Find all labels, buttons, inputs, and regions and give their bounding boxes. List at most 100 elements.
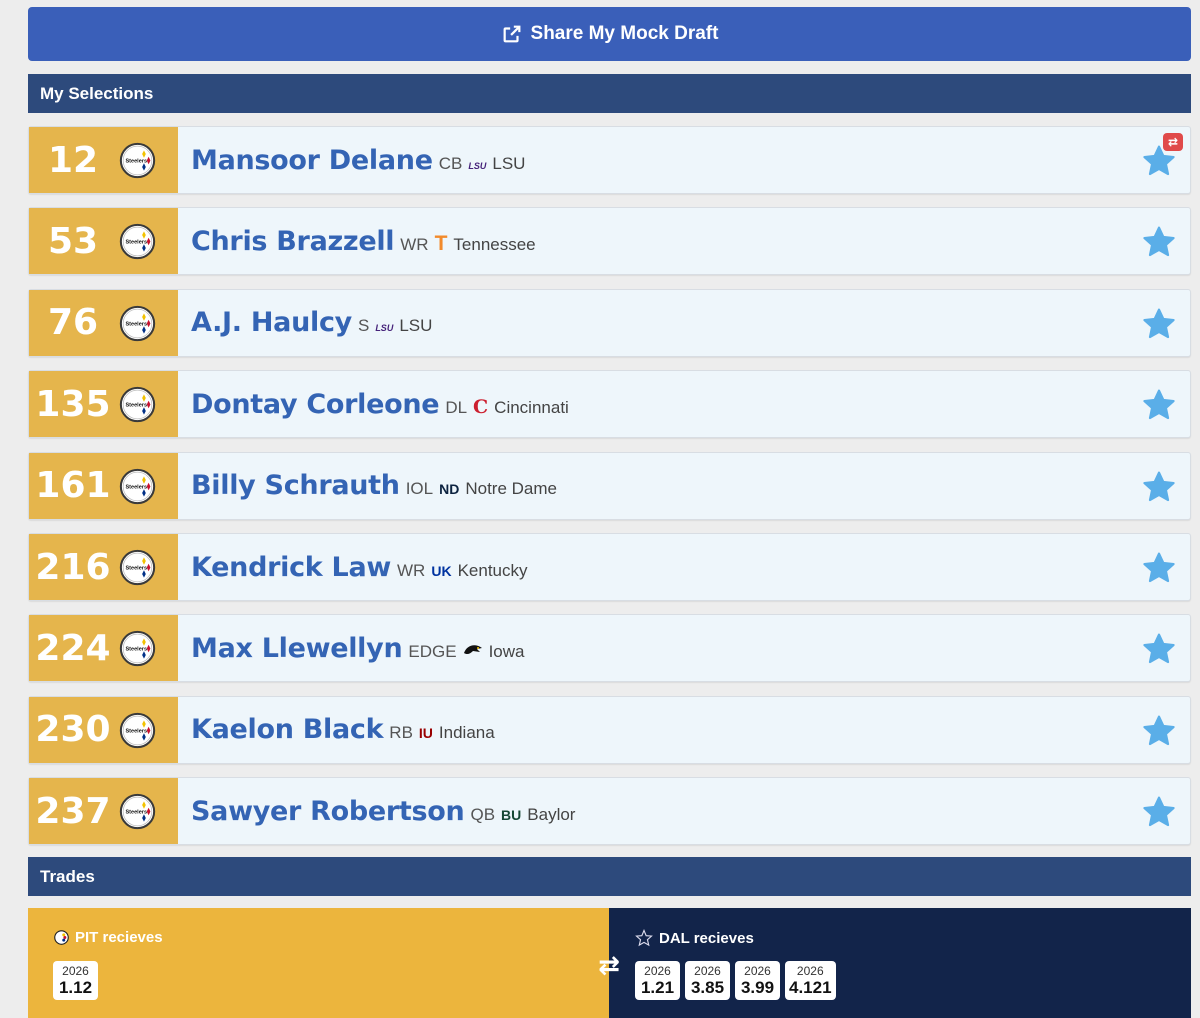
pick-row[interactable]: 135 Steelers Dontay Corleone DL C Cincinnati <box>28 370 1191 439</box>
school-logo-icon: C <box>473 395 489 418</box>
school-logo-icon: IU <box>418 725 433 742</box>
trade-card: PIT recieves 2026 1.12 DAL recieves 2026 1… <box>28 908 1191 1018</box>
player-position: WR <box>400 234 429 254</box>
pick-number: 224 <box>35 627 111 669</box>
trade-picks-dal: 2026 1.21 2026 3.85 2026 3.99 2026 4.121 <box>635 961 836 1000</box>
player-school: Indiana <box>438 723 495 743</box>
pick-number: 216 <box>35 546 111 588</box>
player-name[interactable]: Sawyer Robertson <box>191 796 465 827</box>
player-info: Kendrick Law WR UK Kentucky <box>178 552 1190 583</box>
svg-text:Steelers: Steelers <box>125 728 147 734</box>
trade-picks-pit: 2026 1.12 <box>53 961 98 1000</box>
trade-pick-number: 3.85 <box>690 978 725 997</box>
player-school: Notre Dame <box>465 479 557 499</box>
player-school: Kentucky <box>457 560 528 580</box>
favorite-star-icon[interactable] <box>1141 470 1177 504</box>
school-logo-icon: T <box>434 231 448 255</box>
trade-pick-number: 1.12 <box>58 978 93 997</box>
player-school: Baylor <box>527 804 576 824</box>
trade-title-dal: DAL recieves <box>635 929 754 947</box>
player-name[interactable]: Max Llewellyn <box>191 633 403 664</box>
pick-number-cell: 12 Steelers <box>29 127 178 193</box>
favorite-star-icon[interactable] <box>1141 307 1177 341</box>
svg-text:Steelers: Steelers <box>125 240 147 246</box>
pick-number-cell: 224 Steelers <box>29 615 178 682</box>
steelers-logo-icon: Steelers <box>119 631 156 667</box>
player-position: CB <box>438 153 463 173</box>
pick-row[interactable]: 237 Steelers Sawyer Robertson QB BU Baylor <box>28 777 1191 846</box>
player-position: IOL <box>405 479 434 499</box>
steelers-logo-icon: Steelers <box>119 712 156 748</box>
share-mock-draft-button[interactable]: Share My Mock Draft <box>28 7 1191 61</box>
player-school: LSU <box>492 153 526 173</box>
pick-number-cell: 76 Steelers <box>29 289 178 356</box>
player-school: Cincinnati <box>494 397 569 417</box>
school-logo-icon: LSU <box>468 160 487 171</box>
trade-side-pit: PIT recieves 2026 1.12 <box>28 908 609 1018</box>
steelers-logo-icon: Steelers <box>119 142 156 179</box>
trade-pick-year: 2026 <box>694 964 721 978</box>
player-position: WR <box>397 560 426 580</box>
share-label: Share My Mock Draft <box>530 23 719 44</box>
steelers-logo-icon: Steelers <box>119 549 156 586</box>
pick-row[interactable]: 12 Steelers Mansoor Delane CB LSU LSU ⇄ <box>28 126 1191 194</box>
svg-text:Steelers: Steelers <box>125 484 147 490</box>
favorite-star-icon[interactable] <box>1141 632 1177 666</box>
favorite-star-icon[interactable] <box>1141 714 1177 748</box>
traded-badge-icon[interactable]: ⇄ <box>1163 133 1183 151</box>
trades-header: Trades <box>28 857 1191 896</box>
favorite-star-icon[interactable] <box>1141 388 1177 422</box>
pick-row[interactable]: 224 Steelers Max Llewellyn EDGE Iowa <box>28 614 1191 683</box>
trade-pick-chip: 2026 1.21 <box>635 961 680 1000</box>
player-school: Tennessee <box>453 234 536 254</box>
steelers-logo-icon: Steelers <box>119 224 156 260</box>
player-name[interactable]: Kendrick Law <box>191 552 391 583</box>
section-title: My Selections <box>40 83 154 103</box>
favorite-star-icon[interactable] <box>1141 795 1177 829</box>
trade-label: DAL recieves <box>659 929 754 947</box>
trade-pick-number: 1.21 <box>640 978 675 997</box>
player-info: Billy Schrauth IOL ND Notre Dame <box>178 470 1190 501</box>
player-info: Kaelon Black RB IU Indiana <box>178 714 1190 745</box>
player-school: LSU <box>399 316 433 336</box>
trade-pick-year: 2026 <box>644 964 671 978</box>
player-info: Mansoor Delane CB LSU LSU <box>178 145 1190 176</box>
steelers-logo-icon: Steelers <box>119 305 156 341</box>
school-logo-icon: ND <box>439 481 460 498</box>
trade-pick-chip: 2026 3.85 <box>685 961 730 1000</box>
player-name[interactable]: Mansoor Delane <box>191 145 433 176</box>
player-name[interactable]: A.J. Haulcy <box>191 307 352 338</box>
pick-number: 76 <box>47 302 99 344</box>
pick-row[interactable]: 161 Steelers Billy Schrauth IOL ND Notre Dame <box>28 451 1191 520</box>
pick-number-cell: 216 Steelers <box>29 534 178 600</box>
player-name[interactable]: Billy Schrauth <box>191 470 400 501</box>
player-position: DL <box>445 397 468 417</box>
pick-row[interactable]: 230 Steelers Kaelon Black RB IU Indiana <box>28 695 1191 764</box>
svg-text:Steelers: Steelers <box>125 158 147 164</box>
svg-text:Steelers: Steelers <box>125 810 147 816</box>
school-logo-icon: BU <box>501 806 522 823</box>
pick-number-cell: 135 Steelers <box>29 371 178 438</box>
steelers-logo-icon: Steelers <box>119 387 156 423</box>
pick-row[interactable]: 53 Steelers Chris Brazzell WR T Tennessee <box>28 207 1191 276</box>
share-icon <box>503 25 520 43</box>
trade-pick-number: 4.121 <box>789 978 832 997</box>
pick-number: 237 <box>35 790 111 832</box>
pick-number-cell: 53 Steelers <box>29 208 178 275</box>
player-name[interactable]: Chris Brazzell <box>191 226 395 257</box>
section-title: Trades <box>40 866 95 886</box>
favorite-star-icon[interactable] <box>1141 225 1177 259</box>
pick-number-cell: 230 Steelers <box>29 696 178 763</box>
player-school: Iowa <box>488 641 525 661</box>
cowboys-star-icon <box>635 929 653 947</box>
player-name[interactable]: Kaelon Black <box>191 714 384 745</box>
school-logo-icon: LSU <box>375 323 394 334</box>
trade-pick-chip: 2026 1.12 <box>53 961 98 1000</box>
player-name[interactable]: Dontay Corleone <box>191 389 440 420</box>
favorite-star-icon[interactable] <box>1141 551 1177 585</box>
svg-text:Steelers: Steelers <box>125 321 147 327</box>
pick-row[interactable]: 76 Steelers A.J. Haulcy S LSU LSU <box>28 288 1191 357</box>
pick-row[interactable]: 216 Steelers Kendrick Law WR UK Kentucky <box>28 533 1191 601</box>
svg-text:Steelers: Steelers <box>125 647 147 653</box>
player-info: Chris Brazzell WR T Tennessee <box>178 226 1190 257</box>
